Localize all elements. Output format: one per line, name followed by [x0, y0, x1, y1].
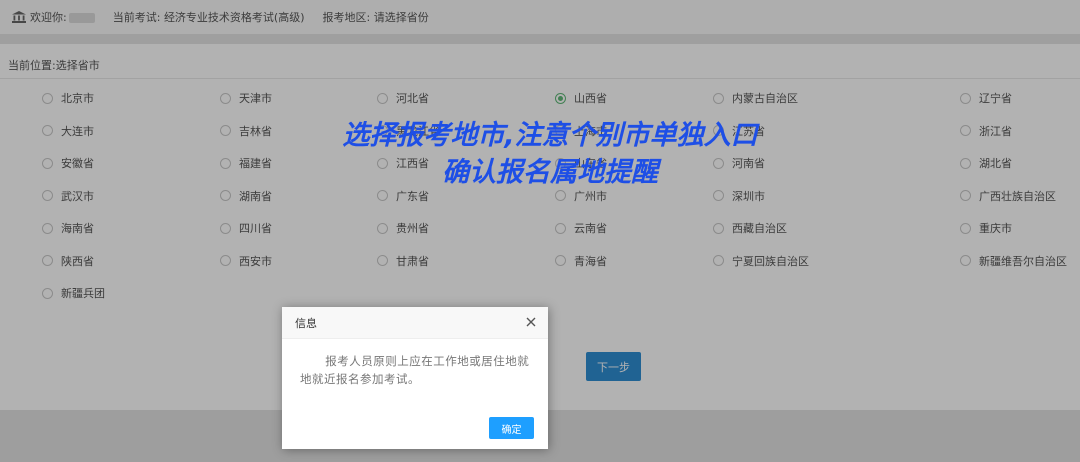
annotation-line-2: 确认报名属地提醒	[442, 157, 658, 188]
dialog-title: 信息	[295, 316, 317, 330]
annotation-line-1: 选择报考地市,注意个别市单独入口	[342, 120, 758, 151]
dialog-message: 报考人员原则上应在工作地或居住地就地就近报名参加考试。	[300, 354, 530, 386]
ok-button[interactable]: 确定	[489, 417, 534, 439]
dialog-title-bar: 信息	[282, 307, 548, 339]
dialog-body: 报考人员原则上应在工作地或居住地就地就近报名参加考试。	[282, 339, 548, 388]
close-icon[interactable]	[524, 315, 538, 329]
info-dialog: 信息 报考人员原则上应在工作地或居住地就地就近报名参加考试。 确定	[282, 307, 548, 449]
